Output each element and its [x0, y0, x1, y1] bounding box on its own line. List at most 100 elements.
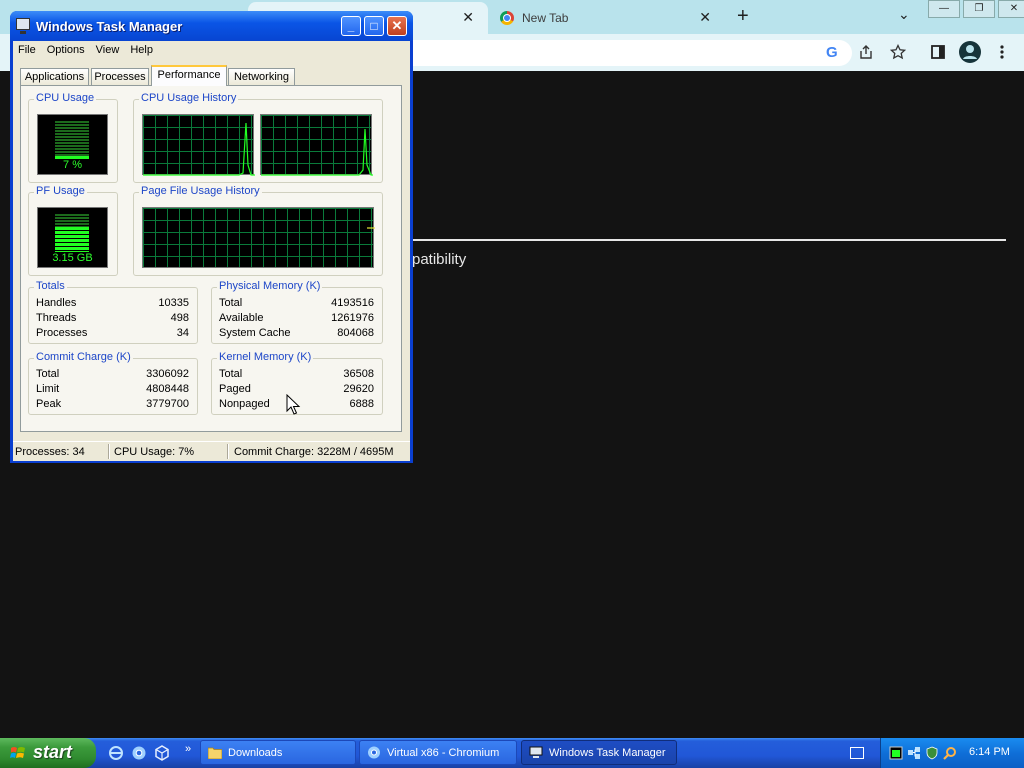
- row-key: Paged: [219, 383, 251, 395]
- cpu-history-graph-core2: [260, 114, 373, 176]
- browser-close-button[interactable]: ✕: [998, 0, 1024, 18]
- status-processes: Processes: 34: [15, 446, 85, 458]
- row-value: 3779700: [146, 398, 189, 410]
- cpu-history-graph-core1: [142, 114, 255, 176]
- totals-row-threads: Threads 498: [36, 312, 189, 327]
- status-divider: [227, 444, 229, 459]
- pf-usage-value: 3.15 GB: [52, 252, 93, 264]
- status-commit-charge: Commit Charge: 3228M / 4695M: [234, 446, 394, 458]
- commit-charge-group: Commit Charge (K) Total 3306092 Limit 4808…: [28, 351, 198, 415]
- start-label: start: [33, 742, 73, 762]
- network-icon[interactable]: [907, 746, 921, 760]
- row-key: Available: [219, 312, 264, 324]
- row-key: Peak: [36, 398, 62, 410]
- task-manager-icon: [16, 18, 30, 34]
- keyboard-icon[interactable]: [850, 747, 864, 759]
- menu-help[interactable]: Help: [125, 41, 159, 59]
- status-cpu-usage: CPU Usage: 7%: [114, 446, 195, 458]
- row-value: 804068: [337, 327, 374, 339]
- browser-tab-new-tab[interactable]: New Tab ✕: [490, 2, 725, 34]
- page-divider: [412, 239, 1006, 241]
- taskbar-button-label: Windows Task Manager: [549, 747, 666, 759]
- kernel-row-total: Total 36508: [219, 368, 374, 383]
- taskbar-button-chromium[interactable]: Virtual x86 - Chromium: [359, 740, 517, 765]
- tab-search-icon[interactable]: ⌄: [898, 6, 910, 23]
- task-manager-titlebar[interactable]: Windows Task Manager _ □ ✕: [10, 11, 413, 41]
- chrome-favicon-icon: [500, 11, 514, 25]
- browser-minimize-button[interactable]: —: [928, 0, 960, 18]
- side-panel-icon[interactable]: [930, 44, 946, 64]
- row-value: 3306092: [146, 368, 189, 380]
- more-menu-icon[interactable]: [999, 44, 1005, 64]
- tab-close-icon[interactable]: ✕: [699, 9, 711, 26]
- window-title: Windows Task Manager: [36, 19, 183, 34]
- page-text: patibility: [412, 251, 467, 268]
- physical-memory-title: Physical Memory (K): [217, 280, 323, 292]
- commit-row-limit: Limit 4808448: [36, 383, 189, 398]
- row-key: Nonpaged: [219, 398, 270, 410]
- task-manager-window: Windows Task Manager _ □ ✕ File Options …: [10, 11, 413, 463]
- row-key: Total: [219, 297, 243, 309]
- menu-file[interactable]: File: [13, 41, 42, 59]
- tab-performance[interactable]: Performance: [151, 65, 227, 86]
- share-icon[interactable]: [858, 44, 874, 64]
- totals-row-processes: Processes 34: [36, 327, 189, 342]
- row-value: 6888: [349, 398, 374, 410]
- performance-panel: CPU Usage 7 % CPU Usage History PF Usage…: [20, 85, 402, 432]
- physical-memory-group: Physical Memory (K) Total 4193516 Availab…: [211, 280, 383, 344]
- commit-row-peak: Peak 3779700: [36, 398, 189, 413]
- taskbar-button-downloads[interactable]: Downloads: [200, 740, 356, 765]
- menu-bar: File Options View Help: [13, 41, 410, 59]
- start-button[interactable]: start: [0, 738, 96, 768]
- cpu-history-title: CPU Usage History: [139, 92, 239, 104]
- cpu-usage-title: CPU Usage: [34, 92, 97, 104]
- taskbar-button-task-manager[interactable]: Windows Task Manager: [521, 740, 677, 765]
- pf-meter-fill: [55, 227, 89, 252]
- cpu-history-group: CPU Usage History: [133, 92, 383, 183]
- browser-restore-button[interactable]: ❐: [963, 0, 995, 18]
- address-bar[interactable]: [412, 40, 852, 66]
- pf-history-group: Page File Usage History: [133, 185, 383, 276]
- status-bar: Processes: 34 CPU Usage: 7% Commit Charg…: [13, 441, 410, 461]
- pf-usage-meter: 3.15 GB: [37, 207, 108, 268]
- task-manager-body: File Options View Help Applications Proc…: [13, 41, 410, 461]
- close-button[interactable]: ✕: [387, 16, 407, 36]
- star-icon[interactable]: [889, 43, 907, 64]
- tab-networking[interactable]: Networking: [228, 68, 295, 85]
- taskbar: start » Downloads Virtual x86 - Chromium…: [0, 738, 1024, 768]
- taskbar-button-label: Downloads: [228, 747, 283, 759]
- pf-history-graph: [142, 207, 375, 268]
- maximize-button[interactable]: □: [364, 16, 384, 36]
- profile-icon[interactable]: [959, 41, 981, 63]
- totals-group: Totals Handles 10335 Threads 498 Processes…: [28, 280, 198, 344]
- row-value: 10335: [158, 297, 189, 309]
- menu-options[interactable]: Options: [42, 41, 91, 59]
- new-tab-button[interactable]: +: [737, 5, 749, 28]
- row-value: 4808448: [146, 383, 189, 395]
- commit-charge-title: Commit Charge (K): [34, 351, 133, 363]
- internet-explorer-icon[interactable]: [108, 745, 124, 761]
- row-key: System Cache: [219, 327, 291, 339]
- physical-row-available: Available 1261976: [219, 312, 374, 327]
- tab-close-icon[interactable]: ✕: [462, 9, 474, 26]
- tab-applications[interactable]: Applications: [20, 68, 89, 85]
- google-g-icon[interactable]: G: [826, 44, 838, 61]
- folder-icon: [208, 747, 222, 759]
- physical-row-total: Total 4193516: [219, 297, 374, 312]
- security-icon[interactable]: [925, 746, 939, 760]
- tab-title: New Tab: [522, 11, 569, 25]
- task-manager-tray-icon[interactable]: [889, 746, 903, 760]
- cpu-history-line-core1: [143, 122, 255, 176]
- virtualbox-icon[interactable]: [154, 745, 170, 761]
- chromium-icon[interactable]: [131, 745, 147, 761]
- cpu-usage-value: 7 %: [63, 159, 82, 171]
- search-icon[interactable]: [943, 746, 957, 760]
- kernel-memory-title: Kernel Memory (K): [217, 351, 314, 363]
- tab-processes[interactable]: Processes: [91, 68, 149, 85]
- minimize-button[interactable]: _: [341, 16, 361, 36]
- menu-view[interactable]: View: [91, 41, 126, 59]
- commit-row-total: Total 3306092: [36, 368, 189, 383]
- row-key: Limit: [36, 383, 60, 395]
- cpu-history-line-core2: [261, 128, 373, 176]
- quick-launch-more-button[interactable]: »: [180, 741, 196, 757]
